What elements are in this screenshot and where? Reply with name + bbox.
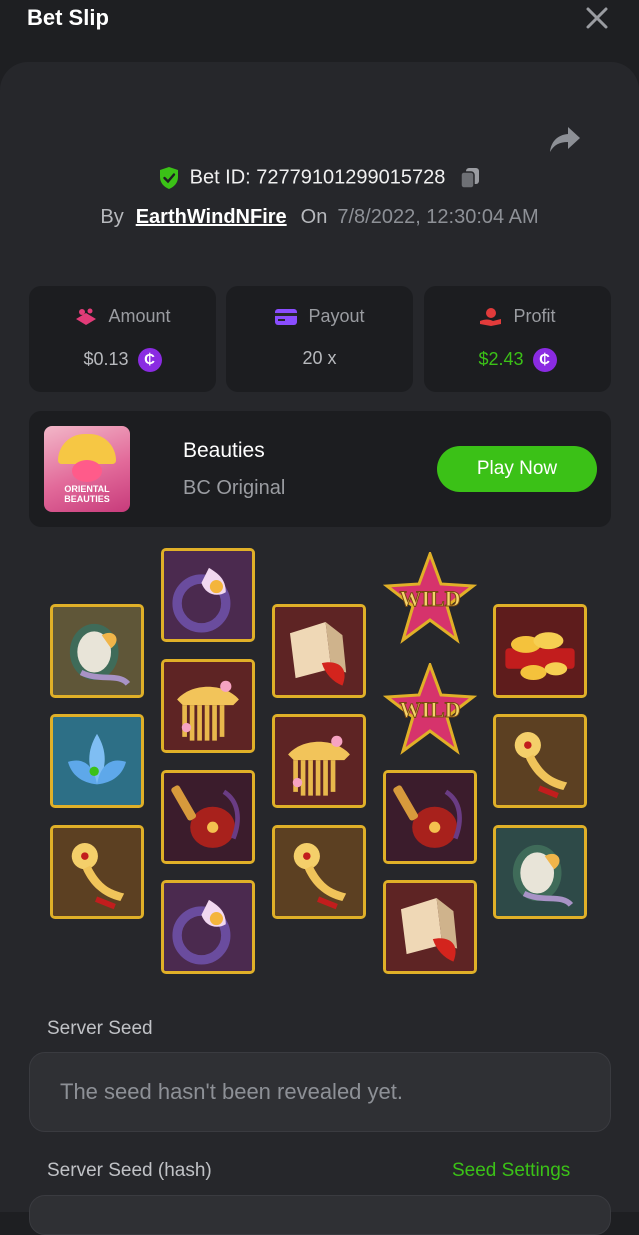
bet-date: 7/8/2022, 12:30:04 AM — [337, 206, 539, 228]
profit-hand-icon — [480, 308, 502, 327]
page-title: Bet Slip — [27, 5, 109, 30]
wild-label: WILD — [399, 697, 460, 722]
symbol-comb — [272, 714, 366, 808]
profit-label: Profit — [513, 306, 556, 326]
symbol-comb — [161, 659, 255, 753]
symbol-ring — [161, 548, 255, 642]
payout-label: Payout — [308, 306, 365, 326]
peony-icon — [72, 460, 102, 482]
bet-id-row: Bet ID: 72779101299015728 — [0, 166, 639, 198]
card-icon — [275, 309, 298, 326]
symbol-ruyi — [272, 825, 366, 919]
amount-value: $0.13 — [83, 348, 129, 369]
coin-icon: ₵ — [137, 348, 162, 372]
blue-lotus-icon — [53, 717, 141, 805]
server-seed-value: The seed hasn't been revealed yet. — [60, 1079, 403, 1104]
payout-card: Payout 20 x — [226, 286, 413, 392]
profit-value: $2.43 — [478, 348, 524, 369]
thumbnail-text: ORIENTAL BEAUTIES — [64, 484, 110, 504]
on-label: On — [300, 206, 328, 228]
symbol-pipa — [161, 770, 255, 864]
lantern-fish-icon — [275, 607, 363, 695]
game-name: Beauties — [183, 439, 265, 462]
symbol-lotus-blue — [50, 714, 144, 808]
share-icon[interactable] — [548, 124, 582, 154]
symbol-ruyi — [493, 714, 587, 808]
close-icon[interactable] — [583, 4, 611, 32]
header: Bet Slip — [0, 0, 639, 58]
game-provider: BC Original — [183, 477, 286, 499]
ruyi-scepter-icon — [53, 828, 141, 916]
mirror-icon — [496, 828, 584, 916]
by-label: By — [100, 206, 124, 228]
wild-symbol: WILD — [383, 552, 477, 644]
copy-icon[interactable] — [459, 166, 481, 190]
symbol-pipa — [383, 770, 477, 864]
golden-comb-icon — [164, 662, 252, 750]
gold-ingots-icon — [496, 607, 584, 695]
jeweled-ring-icon — [164, 551, 252, 639]
coin-icon: ₵ — [532, 348, 557, 372]
mirror-icon — [53, 607, 141, 695]
game-card: ORIENTAL BEAUTIES Beauties BC Original P… — [29, 411, 611, 527]
play-now-button[interactable]: Play Now — [437, 446, 597, 492]
amount-card: Amount $0.13 ₵ — [29, 286, 216, 392]
wild-label: WILD — [399, 586, 460, 611]
jeweled-ring-icon — [164, 883, 252, 971]
pipa-lute-icon — [164, 773, 252, 861]
golden-comb-icon — [275, 717, 363, 805]
wild-symbol: WILD — [383, 663, 477, 755]
bet-amount-icon — [76, 308, 97, 326]
symbol-ring — [161, 880, 255, 974]
server-seed-hash-label: Server Seed (hash) — [47, 1160, 212, 1181]
bet-byline: By EarthWindNFire On 7/8/2022, 12:30:04 AM — [0, 206, 639, 229]
bet-id: Bet ID: 72779101299015728 — [189, 166, 446, 189]
symbol-lantern-fish — [383, 880, 477, 974]
symbol-ruyi — [50, 825, 144, 919]
ruyi-scepter-icon — [496, 717, 584, 805]
lantern-fish-icon — [386, 883, 474, 971]
server-seed-label: Server Seed — [47, 1018, 153, 1039]
symbol-mirror — [50, 604, 144, 698]
symbol-lantern-fish — [272, 604, 366, 698]
server-seed-field[interactable]: The seed hasn't been revealed yet. — [29, 1052, 611, 1132]
amount-label: Amount — [108, 306, 171, 326]
server-seed-hash-field[interactable] — [29, 1195, 611, 1235]
username-link[interactable]: EarthWindNFire — [136, 206, 287, 228]
game-thumbnail[interactable]: ORIENTAL BEAUTIES — [44, 426, 130, 512]
payout-value: 20 x — [302, 348, 337, 368]
seed-settings-link[interactable]: Seed Settings — [452, 1160, 570, 1182]
symbol-mirror — [493, 825, 587, 919]
symbol-gold — [493, 604, 587, 698]
ruyi-scepter-icon — [275, 828, 363, 916]
profit-card: Profit $2.43 ₵ — [424, 286, 611, 392]
shield-check-icon — [159, 167, 178, 189]
pipa-lute-icon — [386, 773, 474, 861]
